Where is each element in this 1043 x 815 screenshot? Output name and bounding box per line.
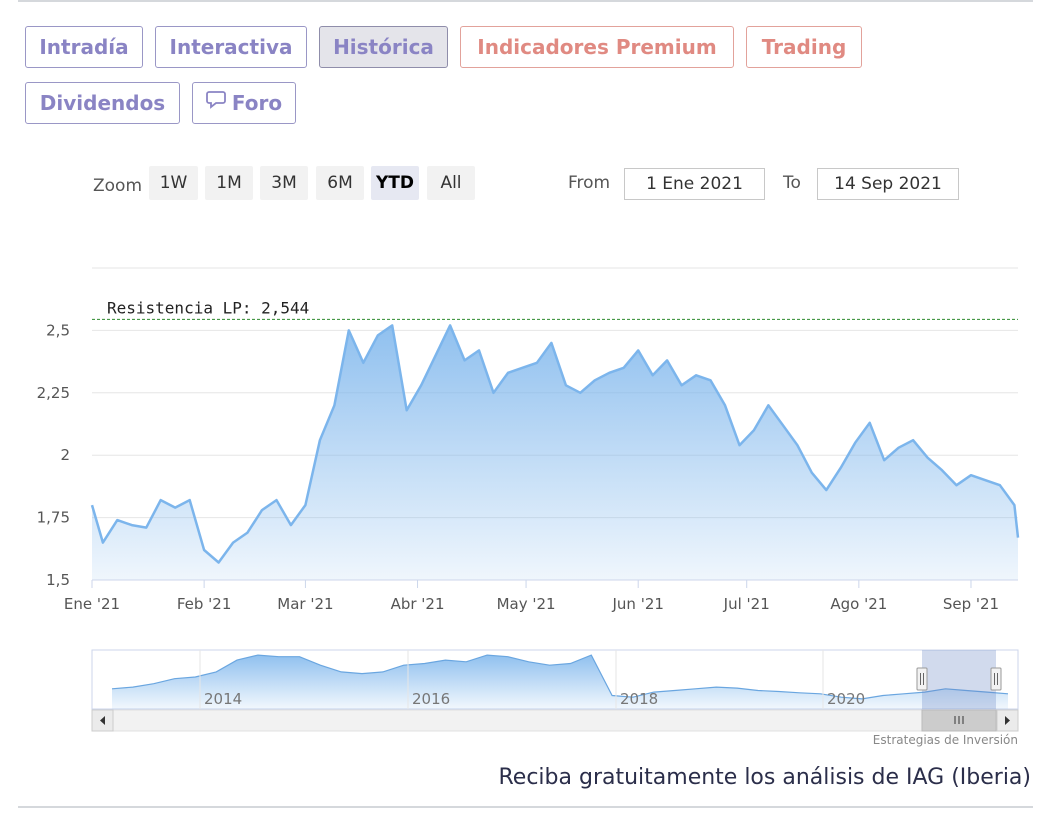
y-tick-label: 1,5: [46, 571, 70, 589]
x-tick-label: Feb '21: [177, 595, 232, 613]
navigator-year-label: 2016: [412, 690, 450, 708]
navigator-handle-left[interactable]: [916, 667, 928, 691]
chart-credit[interactable]: Estrategias de Inversión: [873, 733, 1018, 747]
x-tick-label: Sep '21: [943, 595, 999, 613]
x-tick-label: Jun '21: [611, 595, 663, 613]
x-tick-label: Ene '21: [64, 595, 120, 613]
price-chart: Resistencia LP: 2,544 1,5 1,75 2 2,25 2,5 En…: [37, 267, 1020, 732]
y-tick-label: 2: [60, 446, 70, 464]
x-tick-label: Ago '21: [830, 595, 887, 613]
navigator-handle-right[interactable]: [990, 667, 1002, 691]
x-tick-label: Abr '21: [391, 595, 445, 613]
navigator-year-label: 2018: [620, 690, 658, 708]
navigator-year-label: 2014: [204, 690, 242, 708]
promo-link[interactable]: Reciba gratuitamente los análisis de IAG…: [499, 765, 1032, 790]
scrollbar-track: [91, 709, 1019, 732]
y-tick-label: 1,75: [37, 509, 70, 527]
navigator-selection: [922, 650, 996, 709]
navigator-year-label: 2020: [827, 690, 865, 708]
bottom-divider: [18, 806, 1033, 808]
y-tick-label: 2,25: [37, 384, 70, 402]
resistance-label: Resistencia LP: 2,544: [107, 298, 309, 317]
price-area-fill: [92, 325, 1018, 580]
x-tick-label: Mar '21: [277, 595, 333, 613]
y-tick-label: 2,5: [46, 321, 70, 339]
x-tick-label: May '21: [497, 595, 556, 613]
x-tick-label: Jul '21: [723, 595, 770, 613]
